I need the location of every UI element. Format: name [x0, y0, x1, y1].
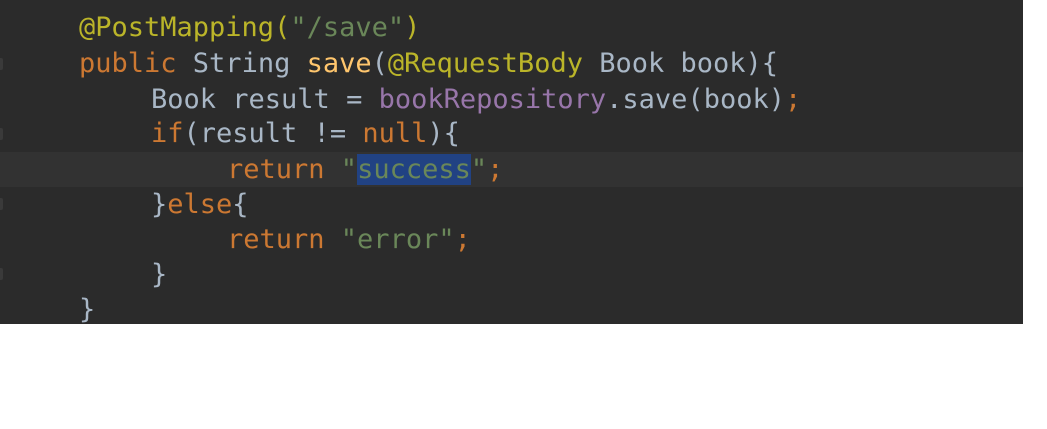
- code-token: ): [404, 12, 421, 43]
- code-token: (: [371, 48, 388, 79]
- code-token: ;: [487, 154, 504, 185]
- code-token: }: [151, 189, 168, 220]
- code-line-content: Book result = bookRepository.save(book);: [151, 82, 801, 117]
- code-line-content: }: [79, 292, 95, 324]
- code-token: if: [151, 118, 184, 149]
- code-token: ){: [427, 118, 460, 149]
- code-token: "/save": [290, 12, 405, 43]
- code-token: public: [79, 48, 193, 79]
- code-token: .save(book): [606, 84, 785, 115]
- code-line[interactable]: Book result = bookRepository.save(book);: [0, 82, 1023, 117]
- code-line-content: return "success";: [227, 152, 503, 187]
- code-line[interactable]: }: [0, 257, 1023, 292]
- code-token: }: [151, 259, 168, 290]
- code-line-content: @PostMapping("/save"): [79, 10, 420, 45]
- code-token: @PostMapping(: [79, 12, 291, 43]
- code-line[interactable]: if(result != null){: [0, 116, 1023, 151]
- code-token: Book book){: [599, 48, 779, 79]
- code-token: @RequestBody: [387, 48, 600, 79]
- code-line[interactable]: }: [0, 292, 1023, 324]
- code-token: (result !=: [183, 118, 363, 149]
- code-token: ;: [454, 224, 471, 255]
- code-line-content: return "error";: [227, 222, 471, 257]
- code-token: String: [192, 48, 307, 79]
- code-token: return: [227, 154, 341, 185]
- code-line[interactable]: public String save(@RequestBody Book boo…: [0, 46, 1023, 81]
- code-token: {: [232, 189, 249, 220]
- code-token: return: [227, 224, 341, 255]
- code-editor[interactable]: @PostMapping("/save") public String save…: [0, 0, 1023, 324]
- code-token: "error": [340, 224, 455, 255]
- code-token: else: [167, 189, 233, 220]
- code-token: ": [340, 154, 358, 185]
- code-line[interactable]: @PostMapping("/save"): [0, 10, 1023, 45]
- code-token: Book result =: [151, 84, 379, 115]
- code-line-content: if(result != null){: [151, 116, 460, 151]
- code-token: ;: [784, 84, 802, 115]
- code-token: }: [79, 294, 96, 324]
- code-line[interactable]: return "error";: [0, 222, 1023, 257]
- code-token: save: [306, 48, 372, 79]
- code-token: ": [470, 154, 488, 185]
- code-token: null: [362, 118, 428, 149]
- selected-text: success: [357, 154, 471, 185]
- code-line[interactable]: }else{: [0, 187, 1023, 222]
- code-line-content: }: [151, 257, 167, 292]
- code-line-current[interactable]: return "success";: [0, 152, 1023, 187]
- code-line-content: }else{: [151, 187, 249, 222]
- code-token: bookRepository: [378, 84, 607, 115]
- code-line-content: public String save(@RequestBody Book boo…: [79, 46, 778, 81]
